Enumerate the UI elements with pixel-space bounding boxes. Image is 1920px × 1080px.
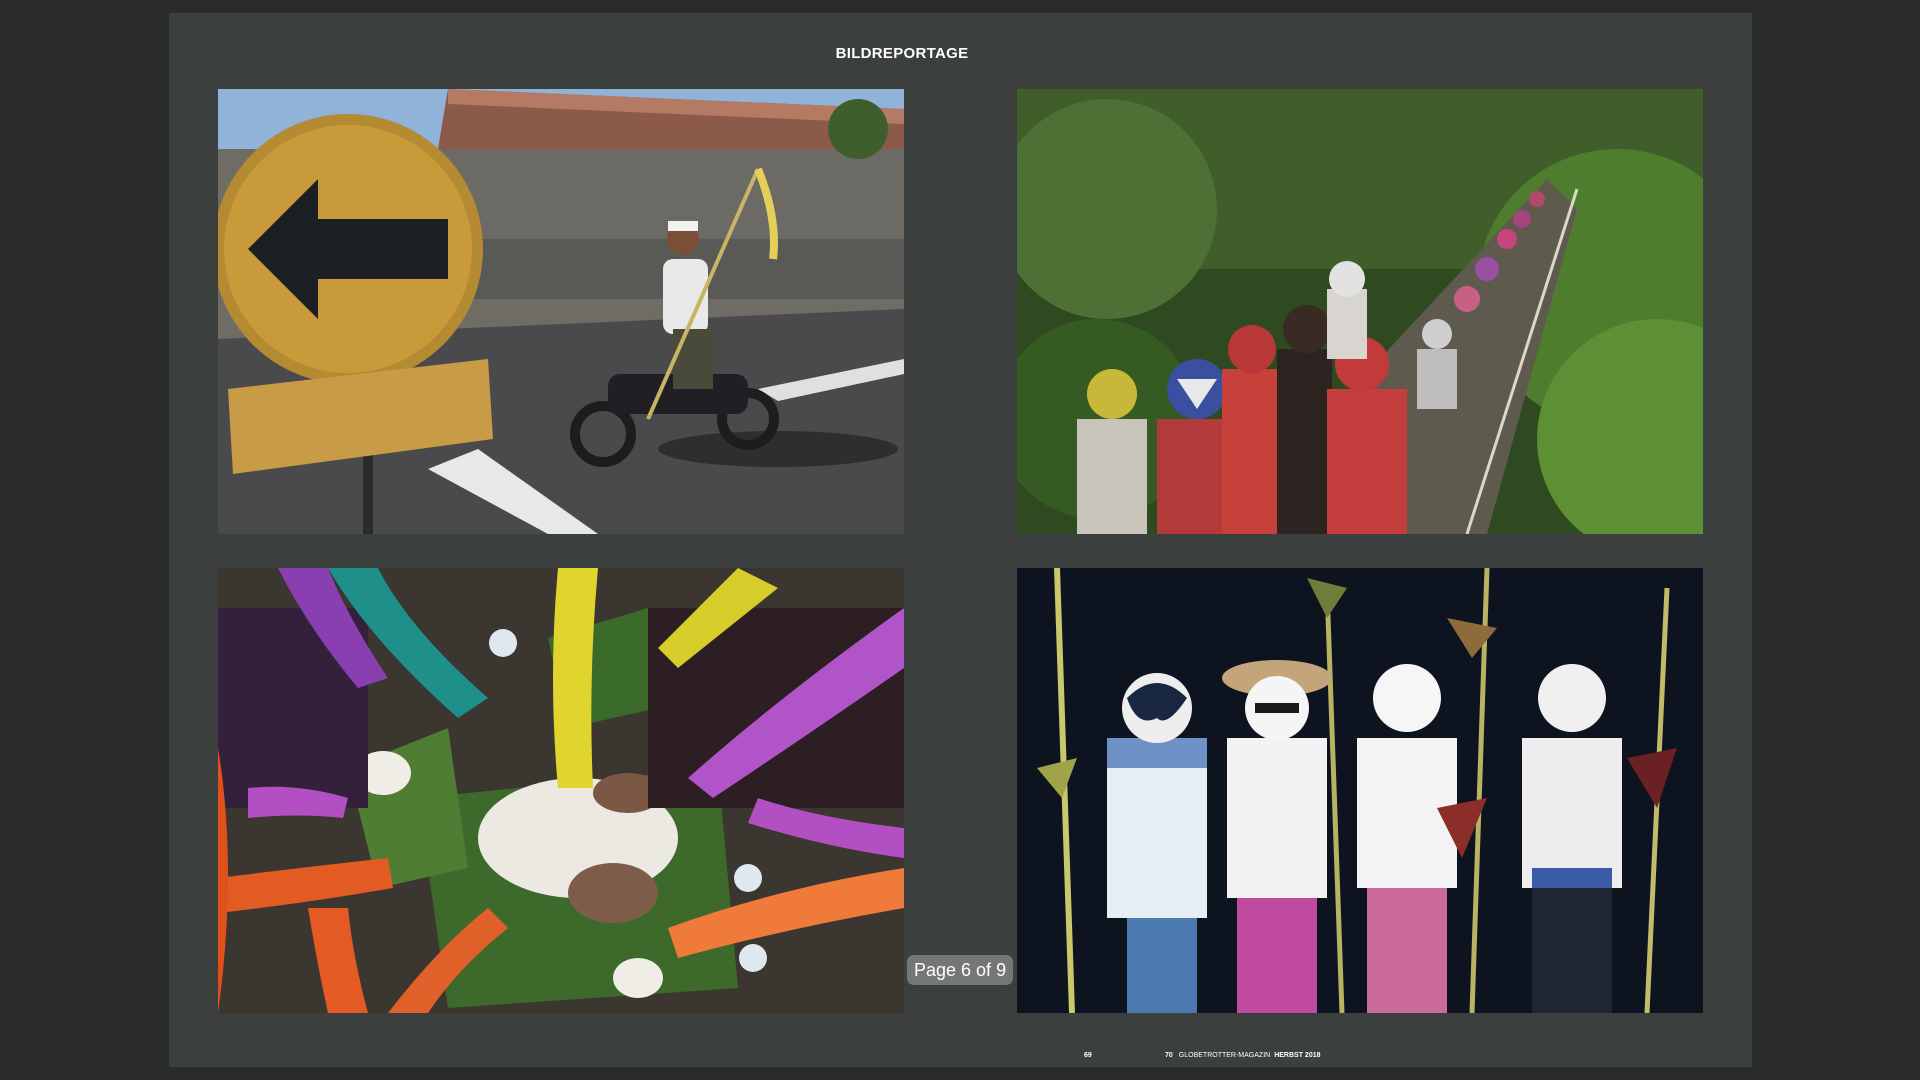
photo-four-painted-boys [1017,568,1703,1013]
magazine-name: GLOBETROTTER-MAGAZIN [1178,1052,1271,1059]
page-number-right: 70 [1165,1052,1173,1059]
page-footer-right: 70 GLOBETROTTER-MAGAZIN HERBST 2018 [1165,1052,1321,1059]
photo-painted-hands-rice [218,568,904,1013]
photo-jungle-procession [1017,89,1703,534]
page-indicator: Page 6 of 9 [907,955,1014,985]
photo-motorcycle-arrow-sign [218,89,904,534]
magazine-spread: BILDREPORTAGE 69 70 GLOBETROTTER-MAGAZIN… [169,13,1752,1067]
page-number-left: 69 [1084,1052,1092,1059]
document-viewer: BILDREPORTAGE 69 70 GLOBETROTTER-MAGAZIN… [0,0,1920,1080]
magazine-issue: HERBST 2018 [1274,1052,1321,1059]
section-title: BILDREPORTAGE [835,45,969,62]
